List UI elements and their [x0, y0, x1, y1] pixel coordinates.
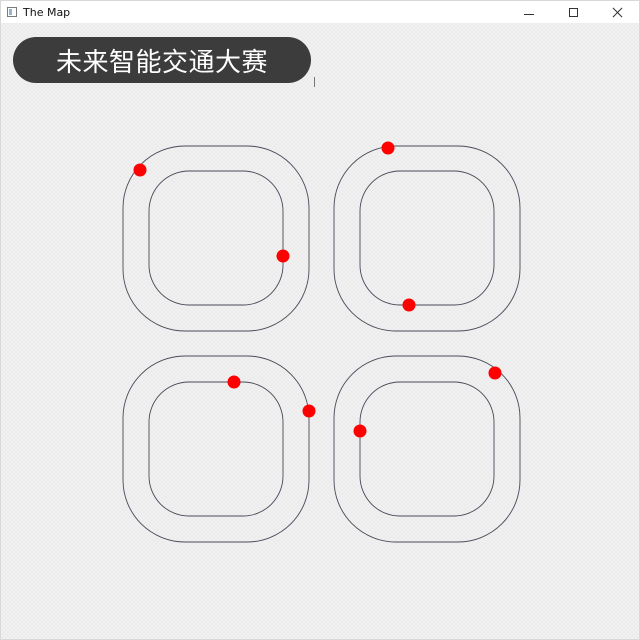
banner-cursor-mark	[314, 77, 315, 87]
maximize-button[interactable]	[551, 1, 595, 23]
track-loop-bottom-right-inner	[359, 381, 495, 517]
car-marker	[227, 375, 241, 389]
track-loop-bottom-right-outer	[333, 355, 521, 543]
track-loop-bottom-left-inner	[148, 381, 284, 517]
car-marker	[276, 249, 290, 263]
window-controls	[507, 1, 639, 23]
map-canvas: 未来智能交通大赛	[1, 23, 639, 639]
app-window: The Map 未来智能交通大赛	[0, 0, 640, 640]
car-marker	[353, 424, 367, 438]
close-button[interactable]	[595, 1, 639, 23]
car-marker	[381, 141, 395, 155]
window-title: The Map	[23, 5, 71, 19]
close-icon	[612, 7, 623, 18]
title-bar[interactable]: The Map	[1, 1, 639, 23]
minimize-icon	[524, 13, 534, 15]
track-loop-top-right-outer	[333, 145, 521, 332]
car-marker	[488, 366, 502, 380]
track-loop-top-left-inner	[148, 170, 284, 306]
car-marker	[133, 163, 147, 177]
track-loop-top-right-inner	[359, 170, 495, 306]
title-banner: 未来智能交通大赛	[13, 37, 311, 83]
track-loop-top-left-outer	[122, 145, 310, 332]
minimize-button[interactable]	[507, 1, 551, 23]
app-icon	[7, 7, 17, 17]
car-marker	[402, 298, 416, 312]
car-marker	[302, 404, 316, 418]
maximize-icon	[568, 7, 578, 17]
track-loop-bottom-left-outer	[122, 355, 310, 543]
track-map	[122, 141, 521, 543]
